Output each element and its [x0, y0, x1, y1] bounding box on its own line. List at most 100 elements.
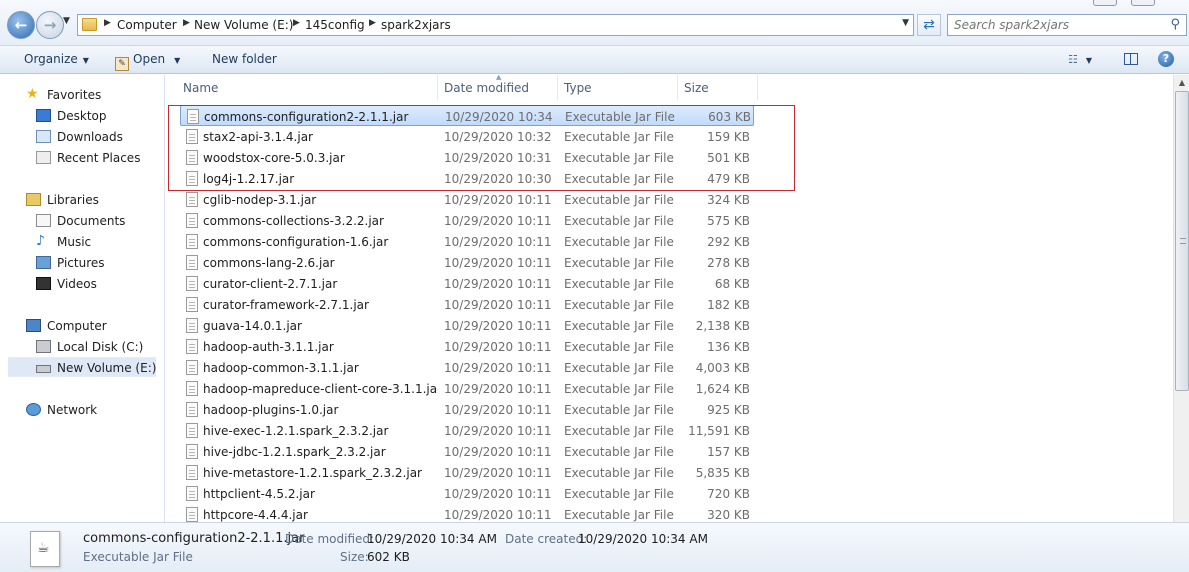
file-row[interactable]: hadoop-mapreduce-client-core-3.1.1.jar 10…: [180, 378, 754, 399]
breadcrumb-new-volume[interactable]: New Volume (E:): [194, 18, 293, 32]
file-size: 159 KB: [707, 130, 750, 144]
file-date-modified: 10/29/2020 10:11 ...: [444, 445, 556, 459]
file-name: httpcore-4.4.4.jar: [203, 508, 308, 522]
file-name: guava-14.0.1.jar: [203, 319, 302, 333]
back-button[interactable]: ←: [7, 11, 35, 39]
file-row[interactable]: commons-configuration-1.6.jar 10/29/2020 …: [180, 231, 754, 252]
file-row[interactable]: hadoop-common-3.1.1.jar 10/29/2020 10:11 …: [180, 357, 754, 378]
navigation-pane: ★ Favorites Desktop Downloads Recent Pla…: [0, 75, 165, 522]
search-box[interactable]: ⚲: [947, 14, 1187, 36]
network-icon: [26, 403, 41, 416]
jar-file-icon: [186, 150, 198, 165]
minimize-button[interactable]: [1093, 0, 1117, 6]
chevron-right-icon[interactable]: ▶: [369, 18, 376, 28]
nav-label: Favorites: [47, 88, 102, 102]
file-size: 720 KB: [707, 487, 750, 501]
chevron-right-icon[interactable]: ▶: [104, 18, 111, 28]
nav-music[interactable]: ♪ Music: [0, 232, 164, 252]
breadcrumb-computer[interactable]: Computer: [117, 18, 177, 32]
nav-recent-places[interactable]: Recent Places: [0, 148, 164, 168]
file-type: Executable Jar File: [564, 172, 674, 186]
file-date-modified: 10/29/2020 10:32 ...: [444, 130, 556, 144]
file-date-modified: 10/29/2020 10:11 ...: [444, 424, 556, 438]
column-header-name[interactable]: Name: [177, 75, 438, 100]
drive-icon: [36, 365, 51, 373]
file-size: 292 KB: [707, 235, 750, 249]
vertical-scrollbar[interactable]: ▲: [1173, 75, 1189, 522]
new-folder-button[interactable]: New folder: [212, 52, 277, 66]
address-bar[interactable]: ▶ Computer ▶ New Volume (E:) ▶ 145config…: [77, 14, 914, 36]
nav-favorites[interactable]: ★ Favorites: [0, 85, 164, 105]
details-file-type: Executable Jar File: [83, 550, 193, 564]
file-row[interactable]: curator-framework-2.7.1.jar 10/29/2020 10…: [180, 294, 754, 315]
breadcrumb-145config[interactable]: 145config: [305, 18, 365, 32]
file-row[interactable]: log4j-1.2.17.jar 10/29/2020 10:30 ... Exec…: [180, 168, 754, 189]
file-row[interactable]: commons-lang-2.6.jar 10/29/2020 10:11 ...…: [180, 252, 754, 273]
file-row[interactable]: curator-client-2.7.1.jar 10/29/2020 10:11…: [180, 273, 754, 294]
refresh-button[interactable]: ⇄: [917, 14, 941, 36]
chevron-right-icon[interactable]: ▶: [183, 18, 190, 28]
nav-videos[interactable]: Videos: [0, 274, 164, 294]
chevron-right-icon[interactable]: ▶: [293, 18, 300, 28]
help-button[interactable]: ?: [1158, 51, 1174, 67]
file-row[interactable]: hadoop-auth-3.1.1.jar 10/29/2020 10:11 ..…: [180, 336, 754, 357]
file-row[interactable]: httpcore-4.4.4.jar 10/29/2020 10:11 ... Ex…: [180, 504, 754, 522]
file-size: 136 KB: [707, 340, 750, 354]
maximize-button[interactable]: [1131, 0, 1155, 6]
nav-downloads[interactable]: Downloads: [0, 127, 164, 147]
preview-pane-icon: [1124, 53, 1138, 65]
preview-pane-button[interactable]: [1124, 53, 1138, 68]
nav-documents[interactable]: Documents: [0, 211, 164, 231]
search-input[interactable]: [954, 17, 1154, 33]
column-header-type[interactable]: Type: [558, 75, 678, 100]
file-row[interactable]: hive-metastore-1.2.1.spark_2.3.2.jar 10/2…: [180, 462, 754, 483]
file-row[interactable]: guava-14.0.1.jar 10/29/2020 10:11 ... Exec…: [180, 315, 754, 336]
scroll-thumb[interactable]: [1175, 91, 1189, 391]
file-name: hadoop-auth-3.1.1.jar: [203, 340, 334, 354]
chevron-down-icon: ▼: [63, 16, 70, 26]
file-size: 479 KB: [707, 172, 750, 186]
file-type: Executable Jar File: [564, 298, 674, 312]
nav-local-disk[interactable]: Local Disk (C:): [0, 337, 164, 357]
file-size: 68 KB: [714, 277, 750, 291]
file-size: 4,003 KB: [695, 361, 750, 375]
file-type: Executable Jar File: [564, 235, 674, 249]
nav-new-volume[interactable]: New Volume (E:): [8, 357, 156, 377]
recent-pages-dropdown[interactable]: ▼: [63, 16, 75, 32]
search-icon[interactable]: ⚲: [1170, 17, 1180, 32]
breadcrumb-spark2xjars[interactable]: spark2xjars: [381, 18, 451, 32]
file-date-modified: 10/29/2020 10:11 ...: [444, 361, 556, 375]
details-size-label: Size:: [340, 550, 369, 564]
nav-network[interactable]: Network: [0, 400, 164, 420]
file-row[interactable]: cglib-nodep-3.1.jar 10/29/2020 10:11 ... E…: [180, 189, 754, 210]
nav-libraries[interactable]: Libraries: [0, 190, 164, 210]
column-label: Size: [684, 81, 709, 95]
folder-icon: [82, 18, 97, 31]
scroll-up-icon[interactable]: ▲: [1174, 75, 1189, 91]
forward-button[interactable]: →: [36, 11, 64, 39]
change-view-button[interactable]: ☷ ▼: [1068, 52, 1092, 66]
command-bar: Organize ▼ ✎ Open ▼ New folder ☷ ▼ ?: [0, 46, 1189, 74]
column-header-size[interactable]: Size: [678, 75, 758, 100]
pictures-icon: [36, 256, 51, 269]
chevron-down-icon[interactable]: ▼: [902, 18, 909, 28]
nav-desktop[interactable]: Desktop: [0, 106, 164, 126]
file-name: hive-jdbc-1.2.1.spark_2.3.2.jar: [203, 445, 386, 459]
file-row[interactable]: commons-collections-3.2.2.jar 10/29/2020 …: [180, 210, 754, 231]
nav-pictures[interactable]: Pictures: [0, 253, 164, 273]
file-row[interactable]: hive-exec-1.2.1.spark_2.3.2.jar 10/29/202…: [180, 420, 754, 441]
file-row[interactable]: hive-jdbc-1.2.1.spark_2.3.2.jar 10/29/202…: [180, 441, 754, 462]
refresh-icon: ⇄: [923, 17, 935, 33]
nav-computer[interactable]: Computer: [0, 316, 164, 336]
file-size: 603 KB: [708, 110, 751, 124]
jar-file-icon: [186, 402, 198, 417]
file-row[interactable]: httpclient-4.5.2.jar 10/29/2020 10:11 ...…: [180, 483, 754, 504]
file-row[interactable]: commons-configuration2-2.1.1.jar 10/29/20…: [180, 105, 754, 126]
jar-file-icon: [186, 381, 198, 396]
file-row[interactable]: hadoop-plugins-1.0.jar 10/29/2020 10:11 .…: [180, 399, 754, 420]
file-row[interactable]: woodstox-core-5.0.3.jar 10/29/2020 10:31 …: [180, 147, 754, 168]
file-row[interactable]: stax2-api-3.1.4.jar 10/29/2020 10:32 ... E…: [180, 126, 754, 147]
documents-icon: [36, 214, 51, 227]
open-button[interactable]: ✎ Open ▼: [115, 52, 180, 71]
organize-button[interactable]: Organize ▼: [24, 52, 89, 66]
